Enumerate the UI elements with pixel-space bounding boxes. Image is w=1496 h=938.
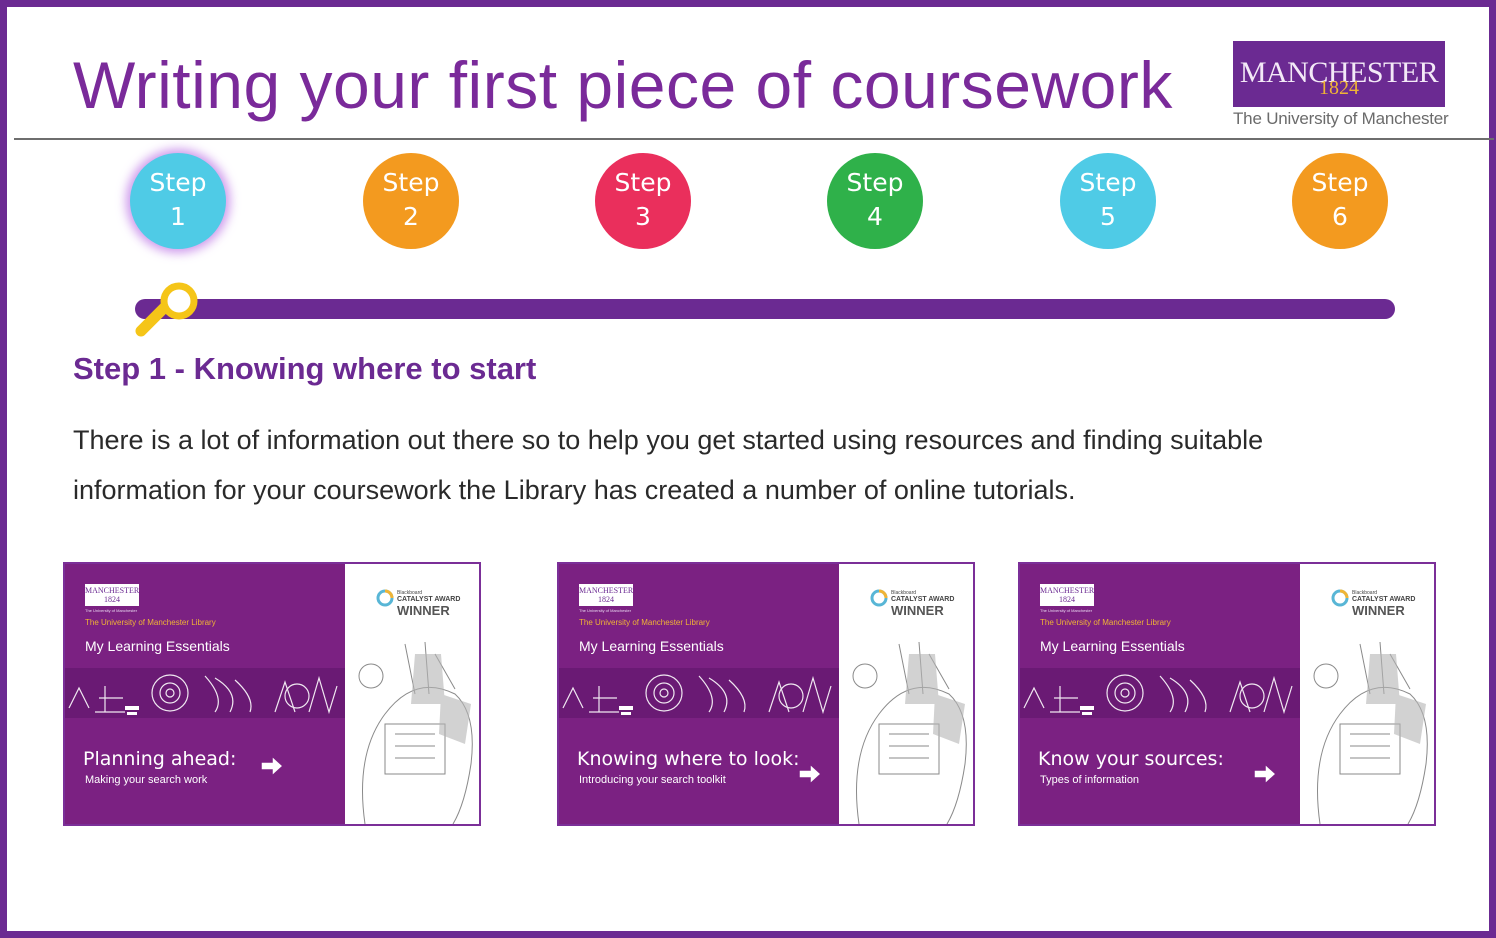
step-number: 3 bbox=[635, 202, 651, 231]
award-ring-icon bbox=[1331, 589, 1349, 607]
card-purple-panel: MANCHESTER 1824 The University of Manche… bbox=[65, 564, 345, 824]
sketch-illustration bbox=[852, 641, 967, 824]
card-purple-panel: MANCHESTER 1824 The University of Manche… bbox=[1020, 564, 1300, 824]
mini-logo-text: MANCHESTER 1824 bbox=[1040, 586, 1095, 604]
award-winner-text: WINNER bbox=[1352, 603, 1405, 618]
card-series-name: My Learning Essentials bbox=[579, 638, 724, 654]
step-number: 1 bbox=[170, 202, 186, 231]
step-2-button[interactable]: Step 2 bbox=[363, 153, 459, 249]
arrow-right-icon[interactable] bbox=[1252, 762, 1278, 786]
arrow-right-icon[interactable] bbox=[797, 762, 823, 786]
card-white-panel: Blackboard CATALYST AWARD WINNER bbox=[1300, 564, 1434, 824]
card-white-panel: Blackboard CATALYST AWARD WINNER bbox=[345, 564, 479, 824]
university-logo: MANCHESTER 1824 bbox=[1233, 41, 1445, 107]
step-number: 5 bbox=[1100, 202, 1116, 231]
tutorial-card-know-your-sources[interactable]: MANCHESTER 1824 The University of Manche… bbox=[1018, 562, 1436, 826]
section-heading: Step 1 - Knowing where to start bbox=[73, 351, 537, 386]
catalyst-award-badge: Blackboard CATALYST AWARD WINNER bbox=[869, 584, 969, 620]
magnifier-icon[interactable] bbox=[133, 275, 203, 341]
step-label: Step bbox=[1311, 168, 1369, 197]
mini-logo-subtext: The University of Manchester bbox=[85, 608, 138, 613]
step-label: Step bbox=[1079, 168, 1137, 197]
card-library-name: The University of Manchester Library bbox=[1040, 618, 1171, 627]
mini-logo-text: MANCHESTER 1824 bbox=[85, 586, 140, 604]
intro-paragraph: There is a lot of information out there … bbox=[73, 425, 1264, 505]
step-6-button[interactable]: Step 6 bbox=[1292, 153, 1388, 249]
page-title: Writing your first piece of coursework bbox=[73, 48, 1173, 122]
card-series-name: My Learning Essentials bbox=[1040, 638, 1185, 654]
illustration-strip bbox=[559, 668, 839, 718]
card-library-name: The University of Manchester Library bbox=[85, 618, 216, 627]
card-library-name: The University of Manchester Library bbox=[579, 618, 710, 627]
catalyst-award-badge: Blackboard CATALYST AWARD WINNER bbox=[1330, 584, 1430, 620]
award-ring-icon bbox=[376, 589, 394, 607]
step-number: 6 bbox=[1332, 202, 1348, 231]
card-title: Know your sources: bbox=[1038, 748, 1224, 770]
mini-logo-subtext: The University of Manchester bbox=[1040, 608, 1093, 613]
step-5-button[interactable]: Step 5 bbox=[1060, 153, 1156, 249]
step-label: Step bbox=[149, 168, 207, 197]
arrow-right-icon[interactable] bbox=[259, 754, 285, 778]
step-label: Step bbox=[846, 168, 904, 197]
step-3-button[interactable]: Step 3 bbox=[595, 153, 691, 249]
award-ring-icon bbox=[870, 589, 888, 607]
mini-logo-subtext: The University of Manchester bbox=[579, 608, 632, 613]
illustration-strip bbox=[1020, 668, 1300, 718]
award-winner-text: WINNER bbox=[397, 603, 450, 618]
card-title: Knowing where to look: bbox=[577, 748, 800, 770]
catalyst-award-badge: Blackboard CATALYST AWARD WINNER bbox=[375, 584, 475, 620]
card-white-panel: Blackboard CATALYST AWARD WINNER bbox=[839, 564, 973, 824]
step-label: Step bbox=[614, 168, 672, 197]
card-subtitle: Making your search work bbox=[85, 774, 208, 786]
logo-year: 1824 bbox=[1319, 77, 1359, 99]
mini-university-logo: MANCHESTER 1824 bbox=[1040, 584, 1094, 606]
card-subtitle: Introducing your search toolkit bbox=[579, 774, 726, 786]
step-4-button[interactable]: Step 4 bbox=[827, 153, 923, 249]
card-series-name: My Learning Essentials bbox=[85, 638, 230, 654]
illustration-strip bbox=[65, 668, 345, 718]
mini-logo-text: MANCHESTER 1824 bbox=[579, 586, 634, 604]
tutorial-card-planning-ahead[interactable]: MANCHESTER 1824 The University of Manche… bbox=[63, 562, 481, 826]
tutorial-card-knowing-where-to-look[interactable]: MANCHESTER 1824 The University of Manche… bbox=[557, 562, 975, 826]
card-purple-panel: MANCHESTER 1824 The University of Manche… bbox=[559, 564, 839, 824]
step-number: 2 bbox=[403, 202, 419, 231]
step-label: Step bbox=[382, 168, 440, 197]
mini-university-logo: MANCHESTER 1824 bbox=[579, 584, 633, 606]
progress-track bbox=[135, 299, 1395, 319]
card-title: Planning ahead: bbox=[83, 748, 237, 770]
step-1-button[interactable]: Step 1 bbox=[130, 153, 226, 249]
sketch-illustration bbox=[358, 641, 473, 824]
award-winner-text: WINNER bbox=[891, 603, 944, 618]
mini-university-logo: MANCHESTER 1824 bbox=[85, 584, 139, 606]
title-divider bbox=[14, 138, 1494, 140]
card-subtitle: Types of information bbox=[1040, 774, 1140, 786]
sketch-illustration bbox=[1313, 641, 1428, 824]
page-frame: Writing your first piece of coursework M… bbox=[0, 0, 1496, 938]
step-number: 4 bbox=[867, 202, 883, 231]
logo-tagline: The University of Manchester bbox=[1233, 109, 1449, 128]
